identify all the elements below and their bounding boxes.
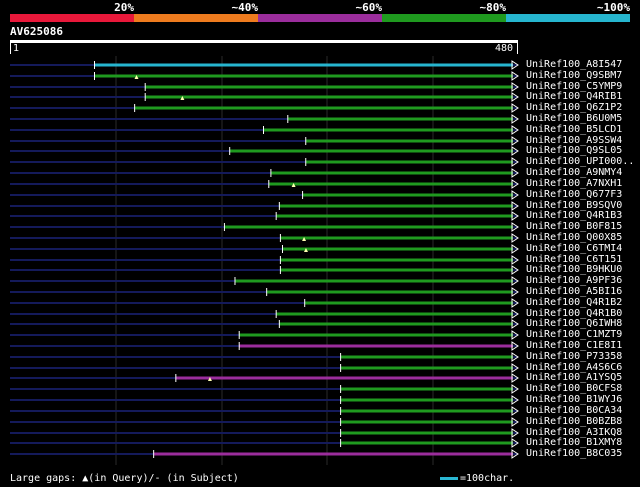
hit-label[interactable]: UniRef100_Q6Z1P2 — [526, 102, 622, 113]
hit-label[interactable]: UniRef100_Q00X85 — [526, 232, 622, 243]
hit-label[interactable]: UniRef100_A8I547 — [526, 59, 622, 70]
hit-label[interactable]: UniRef100_UPI000.. — [526, 156, 634, 167]
legend-percent-label: ~80% — [479, 1, 507, 14]
hit-label[interactable]: UniRef100_B6U0M5 — [526, 113, 622, 124]
hit-label[interactable]: UniRef100_B0F815 — [526, 221, 622, 232]
gap-legend-prefix: Large gaps: — [10, 473, 83, 484]
hit-label[interactable]: UniRef100_B1WYJ6 — [526, 394, 622, 405]
hit-label[interactable]: UniRef100_C1MZT9 — [526, 329, 622, 340]
hit-label[interactable]: UniRef100_C1E8I1 — [526, 340, 622, 351]
legend-percent-label: 20% — [114, 1, 134, 14]
hit-label[interactable]: UniRef100_A9NMY4 — [526, 167, 622, 178]
scale-text: =100char. — [460, 473, 515, 484]
hit-label[interactable]: UniRef100_B1XMY8 — [526, 437, 622, 448]
hit-label[interactable]: UniRef100_Q4RIB1 — [526, 91, 622, 102]
hit-label[interactable]: UniRef100_A7NXH1 — [526, 178, 622, 189]
hit-label[interactable]: UniRef100_B5LCD1 — [526, 124, 622, 135]
hit-label[interactable]: UniRef100_A1YSQ5 — [526, 372, 622, 383]
hit-label[interactable]: UniRef100_Q9SBM7 — [526, 70, 622, 81]
hit-label[interactable]: UniRef100_B0CA34 — [526, 405, 622, 416]
hit-label[interactable]: UniRef100_A9PF36 — [526, 275, 622, 286]
hit-label[interactable]: UniRef100_B0BZB8 — [526, 416, 622, 427]
hit-label[interactable]: UniRef100_P73358 — [526, 351, 622, 362]
scale-line-icon — [440, 476, 458, 480]
gap-legend-text: (in Query)/- (in Subject) — [88, 473, 239, 484]
scale-legend: =100char. — [440, 473, 514, 485]
hit-label[interactable]: UniRef100_Q677F3 — [526, 189, 622, 200]
legend-percent-label: ~100% — [596, 1, 630, 14]
hit-label[interactable]: UniRef100_Q4R1B2 — [526, 297, 622, 308]
legend-percent-label: ~60% — [355, 1, 383, 14]
gap-legend: Large gaps: ▲(in Query)/- (in Subject) — [10, 473, 239, 485]
hit-label[interactable]: UniRef100_B8C035 — [526, 448, 622, 459]
legend-percent-label: ~40% — [231, 1, 259, 14]
hit-label[interactable]: UniRef100_C6TMI4 — [526, 243, 622, 254]
hit-label[interactable]: UniRef100_A5BI16 — [526, 286, 622, 297]
hit-label[interactable]: UniRef100_Q4R1B3 — [526, 210, 622, 221]
hit-label[interactable]: UniRef100_B0CFS8 — [526, 383, 622, 394]
hit-label[interactable]: UniRef100_Q9SL05 — [526, 145, 622, 156]
hit-label[interactable]: UniRef100_Q6IWH8 — [526, 318, 622, 329]
hit-label[interactable]: UniRef100_B9HKU0 — [526, 264, 622, 275]
